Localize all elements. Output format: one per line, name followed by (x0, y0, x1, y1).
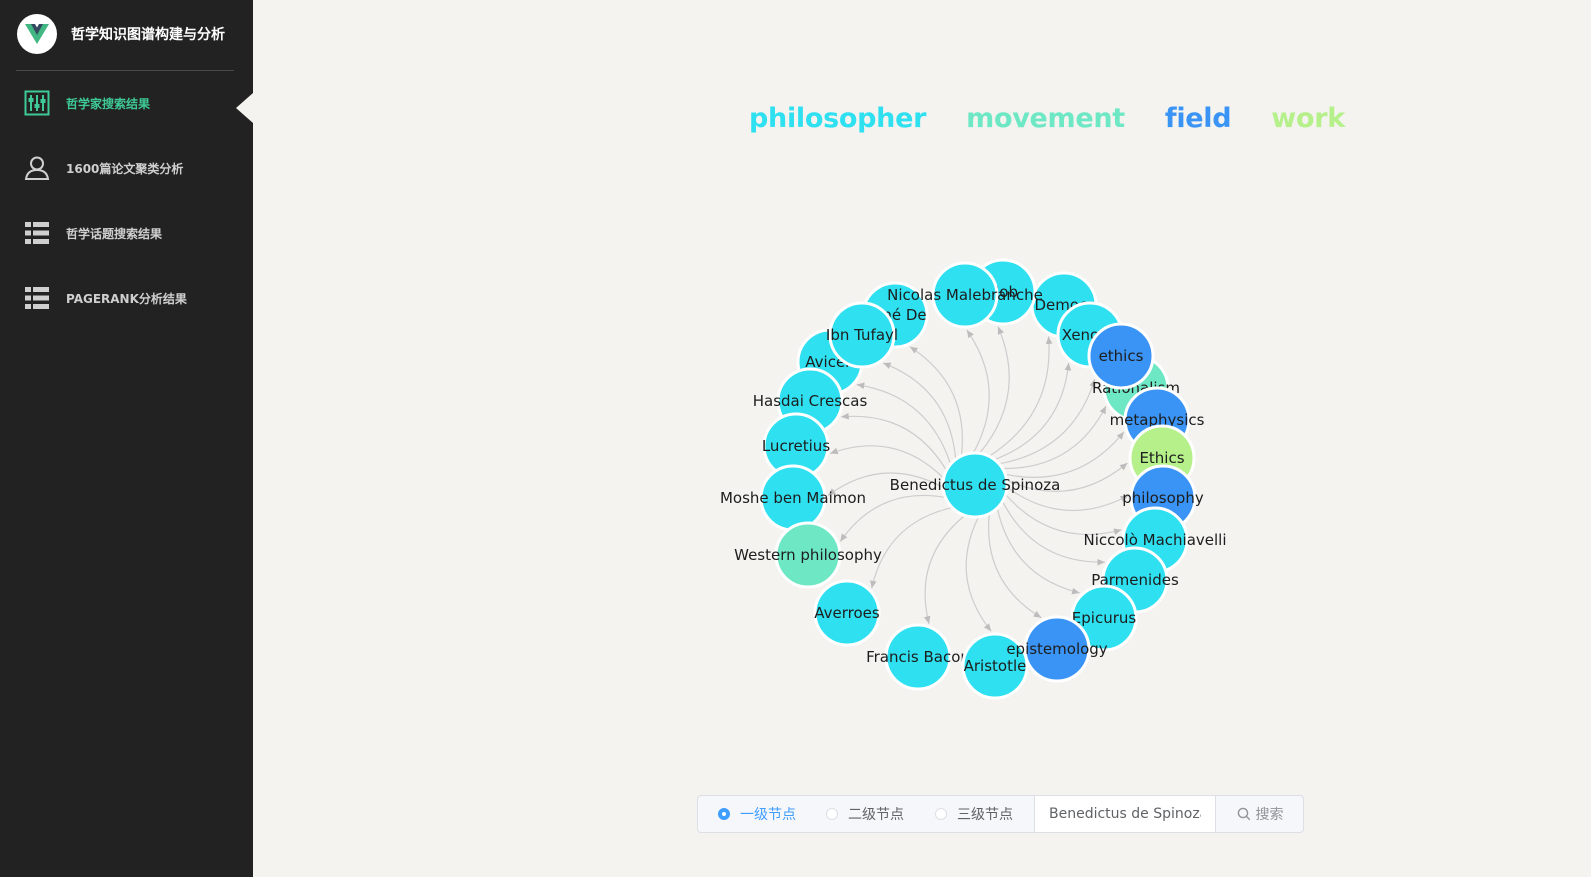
radio-dot (826, 808, 838, 820)
graph-node-francis-bacon[interactable]: Francis Bacon (866, 623, 970, 691)
radio-label: 三级节点 (957, 807, 1013, 823)
radio-label: 二级节点 (848, 807, 904, 823)
search-button[interactable]: 搜索 (1216, 796, 1304, 832)
graph-node-label: ethics (1099, 347, 1144, 365)
graph-edge (988, 336, 1053, 457)
knowledge-graph[interactable]: AvicenRené DeDemocrXenophRationalismHobN… (0, 0, 1591, 877)
radio-label: 一级节点 (740, 807, 796, 823)
graph-edge (870, 507, 953, 589)
graph-node-label: Epicurus (1072, 609, 1137, 627)
graph-node-averroes[interactable]: Averroes (813, 579, 881, 647)
graph-node-label: Benedictus de Spinoza (890, 476, 1061, 494)
graph-node-label: philosophy (1122, 489, 1204, 507)
graph-node-label: epistemology (1006, 640, 1107, 658)
graph-node-center[interactable]: Benedictus de Spinoza (890, 451, 1061, 519)
graph-node-label: Lucretius (762, 437, 830, 455)
radio-level-3[interactable]: 三级节点 (935, 796, 1013, 832)
radio-level-1[interactable]: 一级节点 (718, 796, 796, 832)
search-icon (1237, 807, 1250, 821)
graph-node-label: Averroes (814, 604, 880, 622)
search-bar: 一级节点 二级节点 三级节点 搜索 (697, 795, 1304, 833)
graph-edge (882, 362, 957, 460)
graph-node-label: Francis Bacon (866, 648, 970, 666)
graph-edge (996, 507, 1080, 595)
search-input[interactable] (1034, 796, 1216, 832)
graph-node-label: Aristotle (964, 657, 1027, 675)
graph-edge (966, 329, 990, 454)
radio-dot (935, 808, 947, 820)
graph-edge (994, 362, 1072, 461)
graph-node-label: Nicolas Malebranche (887, 286, 1043, 304)
search-button-label: 搜索 (1255, 807, 1284, 823)
radio-dot (718, 808, 730, 820)
graph-node-label: Moshe ben Maimon (720, 489, 866, 507)
graph-edge (988, 513, 1042, 619)
graph-node-label: Hasdai Crescas (753, 392, 868, 410)
graph-node-label: Ibn Tufayl (826, 326, 898, 344)
graph-node-label: Niccolò Machiavelli (1083, 531, 1226, 549)
radio-level-2[interactable]: 二级节点 (826, 796, 904, 832)
graph-edge (923, 514, 966, 624)
graph-edge (856, 382, 952, 465)
graph-edge (1005, 494, 1122, 536)
graph-edge (1004, 431, 1125, 478)
graph-node-label: Ethics (1139, 449, 1184, 467)
graph-edge (841, 412, 948, 471)
graph-node-ethics[interactable]: ethics (1087, 322, 1155, 390)
graph-node-label: Western philosophy (734, 546, 882, 564)
graph-edge (965, 516, 992, 632)
graph-edge (979, 326, 1010, 454)
graph-node-western-philosophy[interactable]: Western philosophy (734, 521, 882, 589)
graph-node-moshe-ben-maimon[interactable]: Moshe ben Maimon (720, 464, 866, 532)
